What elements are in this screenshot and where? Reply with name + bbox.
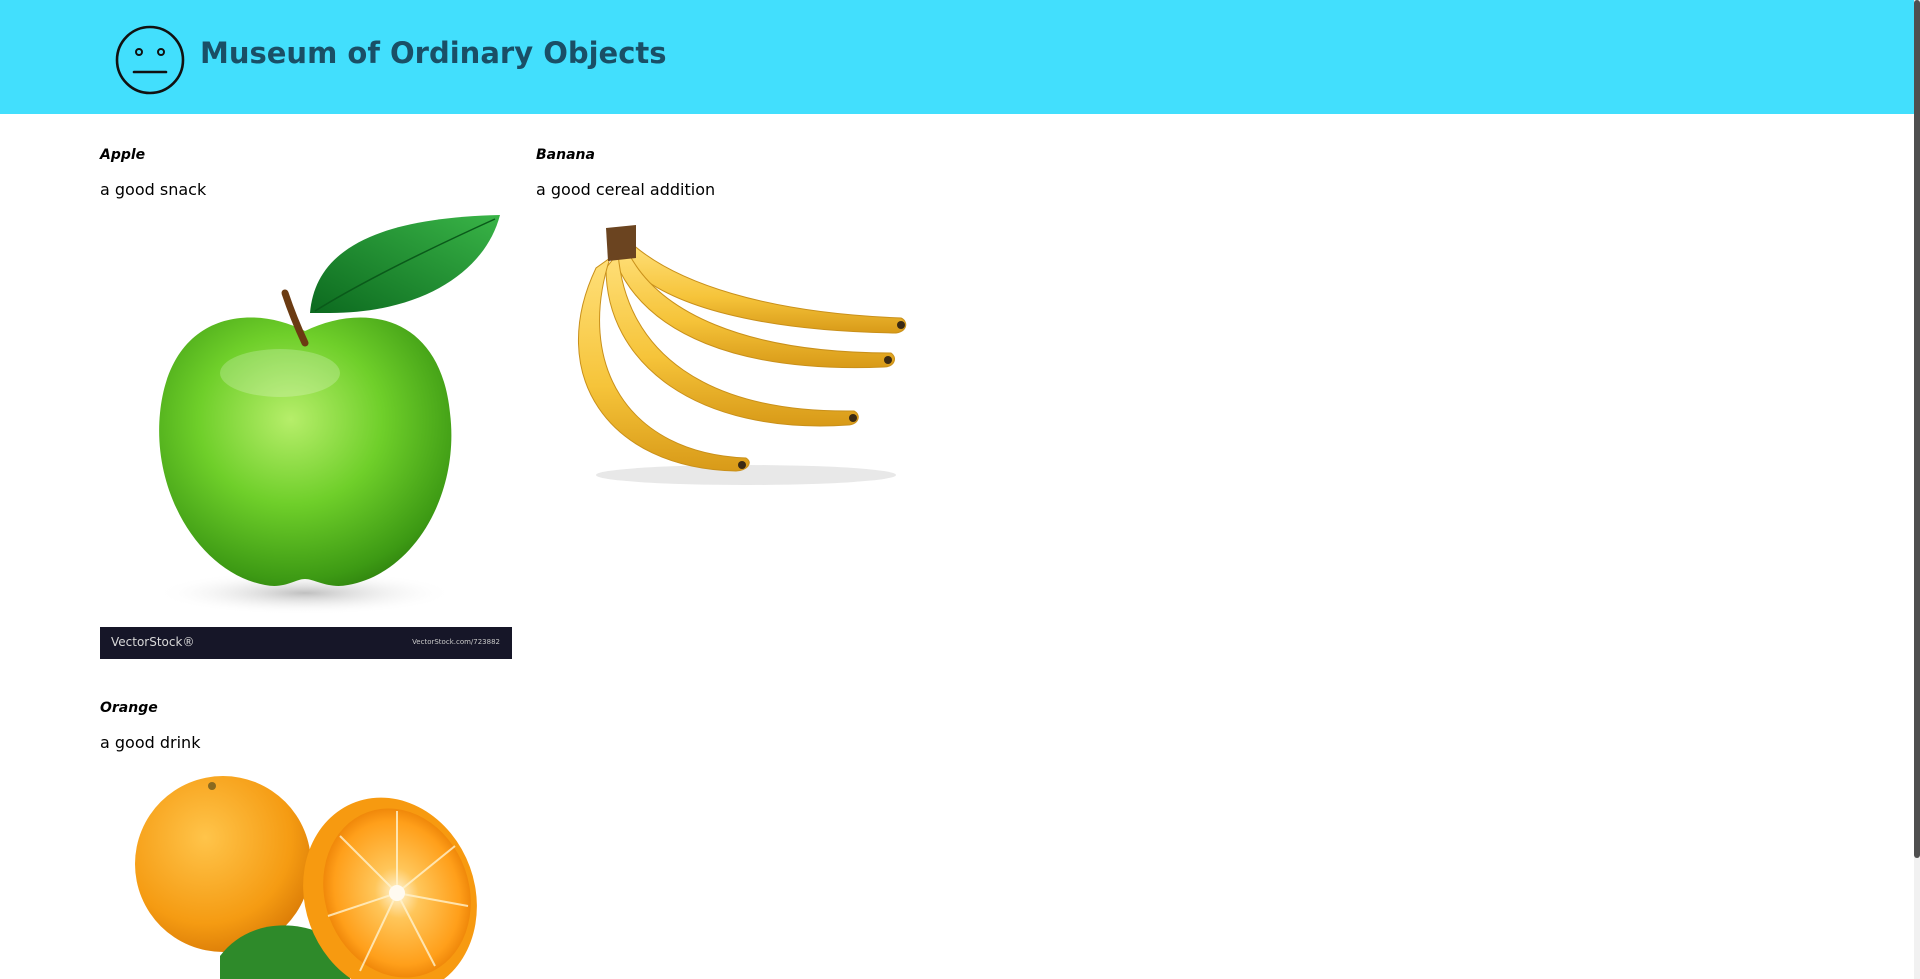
exhibit-description: a good snack: [100, 180, 207, 199]
scrollbar[interactable]: [1914, 0, 1920, 979]
scrollbar-thumb[interactable]: [1914, 0, 1920, 858]
neutral-face-icon[interactable]: [115, 25, 185, 95]
exhibit-name: Banana: [536, 147, 595, 163]
banana-image: [536, 213, 936, 489]
exhibit-name: Apple: [100, 147, 146, 163]
watermark-code: VectorStock.com/723882: [412, 638, 500, 646]
orange-image: [100, 766, 512, 979]
apple-image: VectorStock® VectorStock.com/723882: [100, 213, 512, 659]
page: Museum of Ordinary Objects Apple a good …: [0, 0, 1920, 979]
watermark-bar: VectorStock® VectorStock.com/723882: [100, 627, 512, 659]
exhibit-description: a good drink: [100, 733, 201, 752]
site-header: Museum of Ordinary Objects: [0, 0, 1914, 114]
exhibit-description: a good cereal addition: [536, 180, 716, 199]
watermark-brand: VectorStock®: [111, 635, 195, 649]
site-title[interactable]: Museum of Ordinary Objects: [200, 36, 667, 70]
exhibit-name: Orange: [100, 700, 158, 716]
